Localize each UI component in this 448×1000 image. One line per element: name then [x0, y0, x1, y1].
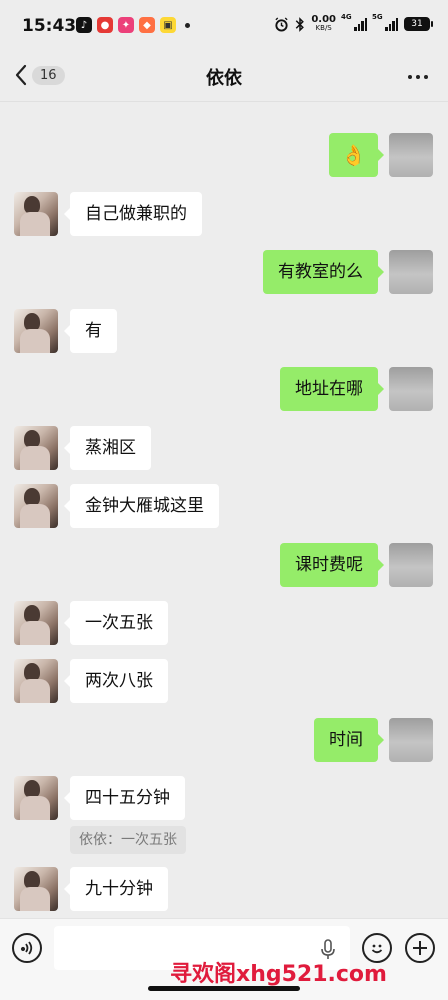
- contact-avatar[interactable]: [14, 867, 58, 911]
- more-dot-icon: [416, 75, 420, 79]
- emoji-button[interactable]: [362, 933, 392, 963]
- battery-level: 31: [411, 19, 423, 29]
- network-speed: 0.00 KB/S: [311, 15, 336, 33]
- contact-avatar[interactable]: [14, 601, 58, 645]
- home-indicator[interactable]: [148, 986, 300, 991]
- more-dot-icon: [408, 75, 412, 79]
- my-avatar[interactable]: [389, 718, 433, 762]
- app-red-icon: ●: [97, 17, 113, 33]
- alarm-icon: [275, 16, 288, 32]
- status-bar: 15:43 ♪ ● ✦ ◆ ▣ 0.00 KB/S 4G 5G 31: [0, 0, 448, 52]
- contact-avatar[interactable]: [14, 192, 58, 236]
- message-bubble-sent[interactable]: 👌: [329, 133, 384, 177]
- contact-avatar[interactable]: [14, 776, 58, 820]
- smiley-icon: [371, 944, 383, 954]
- message-bubble-received[interactable]: 自己做兼职的: [64, 192, 202, 236]
- my-avatar[interactable]: [389, 543, 433, 587]
- contact-avatar[interactable]: [14, 426, 58, 470]
- contact-avatar[interactable]: [14, 309, 58, 353]
- message-bubble-received[interactable]: 四十五分钟: [64, 776, 185, 820]
- signal-sim1-icon: 4G: [341, 13, 367, 31]
- message-bubble-received[interactable]: 一次五张: [64, 601, 168, 645]
- my-avatar[interactable]: [389, 250, 433, 294]
- app-pink-icon: ✦: [118, 17, 134, 33]
- more-functions-button[interactable]: [405, 933, 435, 963]
- message-bubble-received[interactable]: 两次八张: [64, 659, 168, 703]
- quoted-message[interactable]: 依依：一次五张: [70, 826, 186, 854]
- message-bubble-sent[interactable]: 有教室的么: [263, 250, 384, 294]
- message-bubble-sent[interactable]: 时间: [314, 718, 384, 762]
- message-bubble-sent[interactable]: 课时费呢: [280, 543, 384, 587]
- voice-icon: [20, 941, 33, 955]
- tiktok-icon: ♪: [76, 17, 92, 33]
- bluetooth-icon: [296, 16, 305, 32]
- network-speed-value: 0.00: [311, 14, 336, 25]
- message-bubble-received[interactable]: 九十分钟: [64, 867, 168, 911]
- message-bubble-sent[interactable]: 地址在哪: [280, 367, 384, 411]
- status-time: 15:43: [22, 16, 77, 36]
- chat-header: 16 依依: [0, 52, 448, 102]
- more-notifications-dot: [185, 22, 190, 28]
- my-avatar[interactable]: [389, 367, 433, 411]
- chat-title: 依依: [206, 68, 242, 89]
- message-input[interactable]: [54, 926, 350, 970]
- voice-mode-button[interactable]: [12, 933, 42, 963]
- message-bubble-received[interactable]: 金钟大雁城这里: [64, 484, 219, 528]
- battery-icon: 31: [404, 17, 433, 31]
- contact-avatar[interactable]: [14, 659, 58, 703]
- message-bubble-received[interactable]: 有: [64, 309, 117, 353]
- message-bubble-received[interactable]: 蒸湘区: [64, 426, 151, 470]
- microphone-icon[interactable]: [320, 939, 336, 961]
- contact-avatar[interactable]: [14, 484, 58, 528]
- network-speed-unit: KB/S: [315, 24, 332, 32]
- signal-sim2-icon: 5G: [372, 13, 398, 31]
- sim1-label: 4G: [341, 13, 352, 21]
- status-app-icons: ♪ ● ✦ ◆ ▣: [76, 17, 190, 33]
- unread-count-badge: 16: [32, 65, 65, 85]
- status-right: 0.00 KB/S 4G 5G 31: [274, 13, 433, 33]
- chevron-left-icon: [15, 64, 27, 86]
- more-options-button[interactable]: [408, 75, 428, 79]
- plus-icon: [413, 941, 427, 955]
- app-yellow-icon: ▣: [160, 17, 176, 33]
- sim2-label: 5G: [372, 13, 383, 21]
- app-orange-icon: ◆: [139, 17, 155, 33]
- my-avatar[interactable]: [389, 133, 433, 177]
- back-button[interactable]: 16: [14, 64, 65, 86]
- more-dot-icon: [424, 75, 428, 79]
